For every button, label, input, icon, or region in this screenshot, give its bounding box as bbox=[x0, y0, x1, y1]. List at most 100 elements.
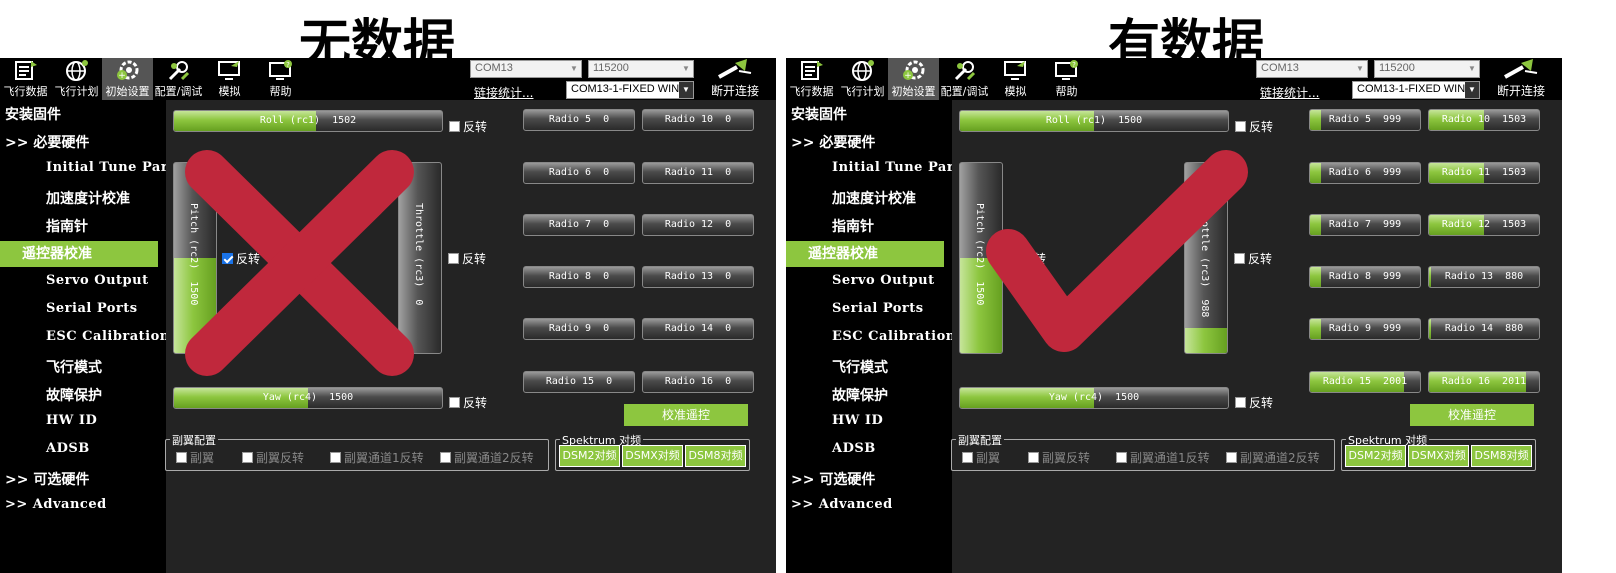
sidebar-item[interactable]: ESC Calibration bbox=[0, 329, 166, 344]
toolbar-button-simulation[interactable]: 模拟 bbox=[990, 58, 1041, 100]
sidebar-item[interactable]: 遥控器校准 bbox=[786, 241, 944, 267]
calibrate-radio-button[interactable]: 校准遥控 bbox=[1410, 404, 1534, 426]
aileron-option-checkbox[interactable]: 副翼通道2反转 bbox=[440, 449, 534, 466]
link-stats-link[interactable]: 链接统计... bbox=[474, 84, 533, 101]
spektrum-bind-button[interactable]: DSMX对频 bbox=[1408, 445, 1469, 467]
sidebar-item[interactable]: 安装固件 bbox=[786, 104, 952, 124]
sidebar-item[interactable]: 安装固件 bbox=[0, 104, 166, 124]
com-port-select[interactable]: COM13 ▼ bbox=[470, 60, 582, 78]
aileron-option-checkbox[interactable]: 副翼 bbox=[962, 449, 1000, 466]
toolbar-button-flight-data[interactable]: 飞行数据 bbox=[0, 58, 51, 100]
sidebar-item[interactable]: >> 可选硬件 bbox=[0, 469, 166, 489]
roll-reverse-checkbox[interactable]: 反转 bbox=[1235, 118, 1273, 135]
toolbar-button-help[interactable]: ? 帮助 bbox=[1041, 58, 1092, 100]
pitch-reverse-checkbox[interactable]: 反转 bbox=[222, 250, 260, 267]
throttle-reverse-checkbox[interactable]: 反转 bbox=[1234, 250, 1272, 267]
radio-channel-bar: Radio 14 880 bbox=[1428, 318, 1540, 340]
connection-select[interactable]: COM13-1-FIXED WING ▼ bbox=[1352, 81, 1480, 99]
sidebar-item[interactable]: Serial Ports bbox=[0, 301, 166, 316]
toolbar-button-config-tuning[interactable]: 配置/调试 bbox=[153, 58, 204, 100]
connection-select[interactable]: COM13-1-FIXED WING ▼ bbox=[566, 81, 694, 99]
sidebar-item[interactable]: HW ID bbox=[786, 413, 952, 428]
aileron-option-checkbox[interactable]: 副翼 bbox=[176, 449, 214, 466]
sidebar-item[interactable]: Initial Tune Parameters bbox=[786, 160, 952, 175]
checkbox-box[interactable] bbox=[1116, 452, 1127, 463]
checkbox-box[interactable] bbox=[1235, 397, 1246, 408]
checkbox-box[interactable] bbox=[1235, 121, 1246, 132]
spektrum-bind-button[interactable]: DSM8对频 bbox=[685, 445, 746, 467]
calibrate-radio-button[interactable]: 校准遥控 bbox=[624, 404, 748, 426]
link-stats-link[interactable]: 链接统计... bbox=[1260, 84, 1319, 101]
toolbar-button-initial-setup[interactable]: + 初始设置 bbox=[888, 58, 939, 100]
spektrum-bind-button[interactable]: DSM2对频 bbox=[559, 445, 620, 467]
spektrum-bind-button[interactable]: DSM8对频 bbox=[1471, 445, 1532, 467]
sidebar-item[interactable]: 指南针 bbox=[0, 216, 166, 236]
aileron-option-checkbox[interactable]: 副翼反转 bbox=[242, 449, 304, 466]
flight-data-icon bbox=[13, 59, 39, 81]
radio-channel-label: Radio 16 2011 bbox=[1441, 376, 1527, 387]
toolbar-button-initial-setup[interactable]: + 初始设置 bbox=[102, 58, 153, 100]
sidebar-item[interactable]: 飞行模式 bbox=[786, 357, 952, 377]
checkbox-box[interactable] bbox=[330, 452, 341, 463]
yaw-reverse-checkbox[interactable]: 反转 bbox=[449, 394, 487, 411]
checkbox-box[interactable] bbox=[222, 253, 233, 264]
aileron-option-checkbox[interactable]: 副翼通道1反转 bbox=[1116, 449, 1210, 466]
sidebar-item[interactable]: 加速度计校准 bbox=[786, 188, 952, 208]
baud-rate-select[interactable]: 115200 ▼ bbox=[588, 60, 694, 78]
group-title: 副翼配置 bbox=[170, 432, 218, 448]
checkbox-box[interactable] bbox=[1008, 253, 1019, 264]
throttle-reverse-checkbox[interactable]: 反转 bbox=[448, 250, 486, 267]
checkbox-box[interactable] bbox=[1234, 253, 1245, 264]
spektrum-bind-button[interactable]: DSMX对频 bbox=[622, 445, 683, 467]
baud-rate-select[interactable]: 115200 ▼ bbox=[1374, 60, 1480, 78]
aileron-option-checkbox[interactable]: 副翼通道2反转 bbox=[1226, 449, 1320, 466]
sidebar-item[interactable]: HW ID bbox=[0, 413, 166, 428]
option-label: 副翼反转 bbox=[1042, 451, 1091, 465]
aileron-option-checkbox[interactable]: 副翼通道1反转 bbox=[330, 449, 424, 466]
toolbar-button-flight-plan[interactable]: 飞行计划 bbox=[51, 58, 102, 100]
sidebar-item[interactable]: >> 可选硬件 bbox=[786, 469, 952, 489]
spektrum-bind-button[interactable]: DSM2对频 bbox=[1345, 445, 1406, 467]
toolbar-button-simulation[interactable]: 模拟 bbox=[204, 58, 255, 100]
sidebar-item[interactable]: Initial Tune Parameters bbox=[0, 160, 166, 175]
toolbar-button-flight-plan[interactable]: 飞行计划 bbox=[837, 58, 888, 100]
sidebar-item[interactable]: >> 必要硬件 bbox=[0, 132, 166, 152]
checkbox-box[interactable] bbox=[440, 452, 451, 463]
toolbar-button-config-tuning[interactable]: 配置/调试 bbox=[939, 58, 990, 100]
sidebar-item[interactable]: >> Advanced bbox=[0, 497, 166, 512]
yaw-reverse-checkbox[interactable]: 反转 bbox=[1235, 394, 1273, 411]
roll-reverse-checkbox[interactable]: 反转 bbox=[449, 118, 487, 135]
sidebar-item[interactable]: 故障保护 bbox=[786, 385, 952, 405]
toolbar-button-flight-data[interactable]: 飞行数据 bbox=[786, 58, 837, 100]
sidebar-item[interactable]: 遥控器校准 bbox=[0, 241, 158, 267]
sidebar-item[interactable]: ADSB bbox=[0, 441, 166, 456]
sidebar-item[interactable]: ESC Calibration bbox=[786, 329, 952, 344]
disconnect-button[interactable]: 断开连接 bbox=[704, 58, 766, 100]
connection-value: COM13-1-FIXED WING bbox=[571, 83, 688, 95]
checkbox-box[interactable] bbox=[448, 253, 459, 264]
com-port-select[interactable]: COM13 ▼ bbox=[1256, 60, 1368, 78]
pitch-reverse-checkbox[interactable]: 反转 bbox=[1008, 250, 1046, 267]
sidebar-item[interactable]: >> 必要硬件 bbox=[786, 132, 952, 152]
checkbox-box[interactable] bbox=[1226, 452, 1237, 463]
sidebar-item[interactable]: 故障保护 bbox=[0, 385, 166, 405]
radio-channel-label: Radio 12 0 bbox=[664, 219, 732, 230]
sidebar-item[interactable]: Serial Ports bbox=[786, 301, 952, 316]
checkbox-box[interactable] bbox=[242, 452, 253, 463]
toolbar-button-help[interactable]: ? 帮助 bbox=[255, 58, 306, 100]
checkbox-box[interactable] bbox=[449, 397, 460, 408]
sidebar-item[interactable]: Servo Output bbox=[0, 273, 166, 288]
sidebar-item[interactable]: 指南针 bbox=[786, 216, 952, 236]
radio-channel-label: Radio 13 0 bbox=[664, 271, 732, 282]
aileron-option-checkbox[interactable]: 副翼反转 bbox=[1028, 449, 1090, 466]
sidebar-item[interactable]: Servo Output bbox=[786, 273, 952, 288]
sidebar-item[interactable]: 加速度计校准 bbox=[0, 188, 166, 208]
sidebar-item[interactable]: >> Advanced bbox=[786, 497, 952, 512]
checkbox-box[interactable] bbox=[962, 452, 973, 463]
disconnect-button[interactable]: 断开连接 bbox=[1490, 58, 1552, 100]
sidebar-item[interactable]: ADSB bbox=[786, 441, 952, 456]
sidebar-item[interactable]: 飞行模式 bbox=[0, 357, 166, 377]
checkbox-box[interactable] bbox=[449, 121, 460, 132]
checkbox-box[interactable] bbox=[176, 452, 187, 463]
checkbox-box[interactable] bbox=[1028, 452, 1039, 463]
